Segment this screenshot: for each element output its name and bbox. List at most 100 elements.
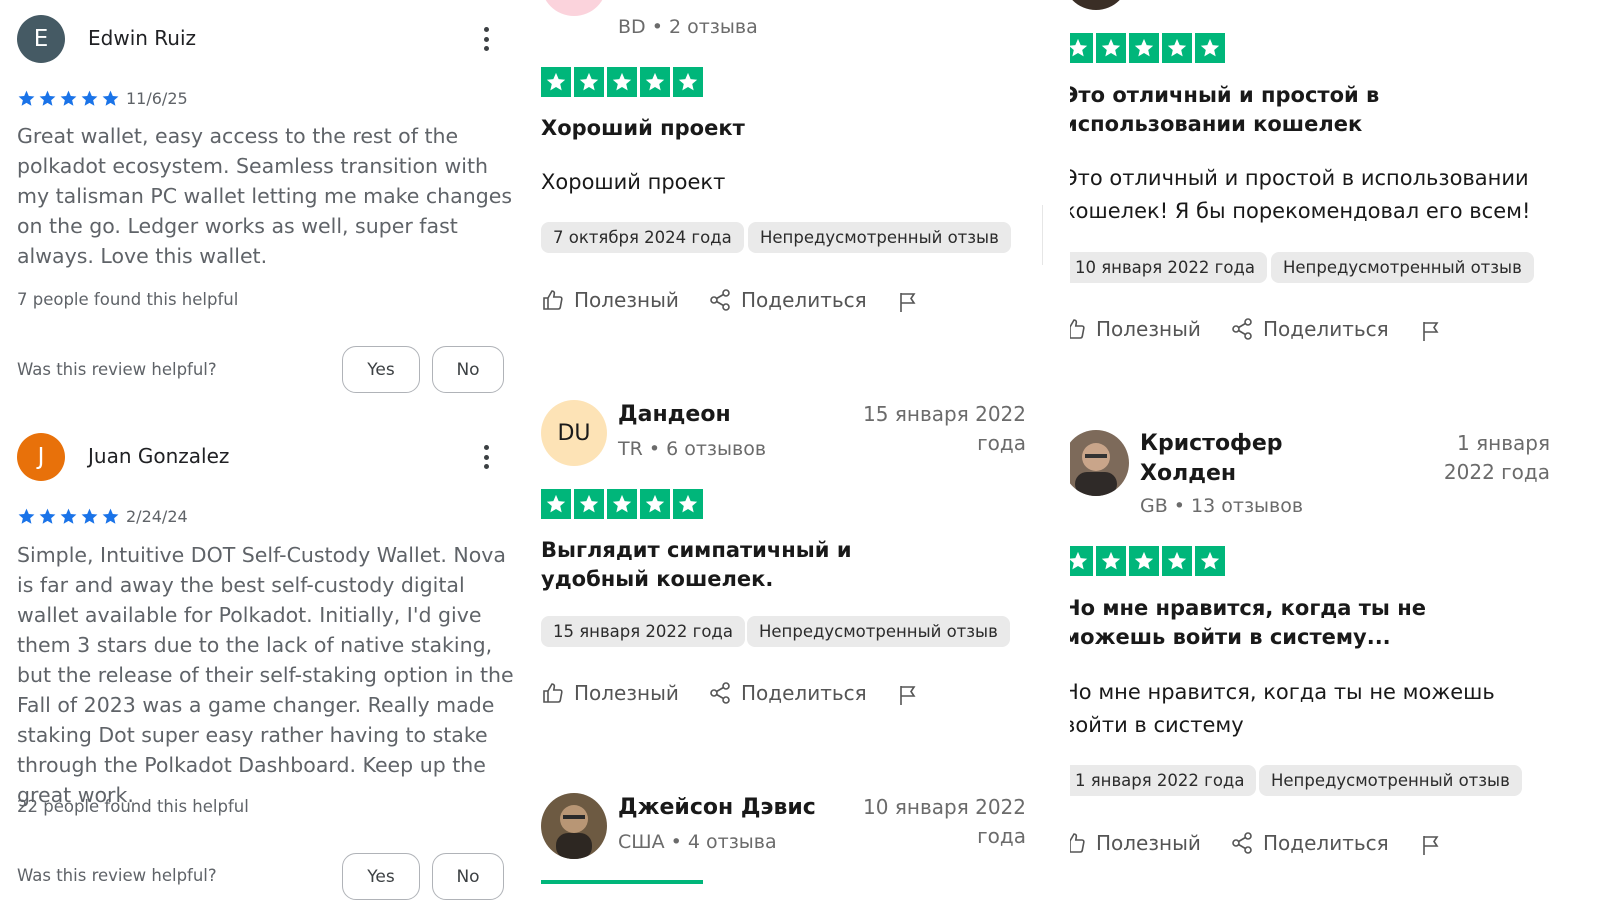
rating-stars xyxy=(17,89,120,108)
avatar: DU xyxy=(541,400,607,466)
avatar xyxy=(1070,0,1129,10)
share-icon xyxy=(710,289,730,311)
unprompted-review-pill: Непредусмотренный отзыв xyxy=(748,222,1011,253)
review-text: Хороший проект xyxy=(541,170,726,194)
star-icon xyxy=(18,508,35,524)
flag-icon[interactable] xyxy=(1419,319,1443,343)
date-pill: 15 января 2022 года xyxy=(541,616,745,647)
review-date: 11/6/25 xyxy=(126,89,188,108)
column-divider xyxy=(1042,205,1043,265)
star-icon xyxy=(1134,38,1154,57)
useful-label: Полезный xyxy=(1096,317,1201,341)
star-icon xyxy=(546,494,566,513)
share-icon xyxy=(1232,318,1252,340)
more-vert-icon[interactable] xyxy=(476,24,496,54)
no-button[interactable]: No xyxy=(432,853,504,900)
yes-button[interactable]: Yes xyxy=(342,346,420,393)
unprompted-review-pill: Непредусмотренный отзыв xyxy=(747,616,1010,647)
avatar: J xyxy=(17,433,65,481)
rating-stars xyxy=(541,67,703,97)
reviewer-name: Джейсон Дэвис xyxy=(618,795,816,820)
star-icon xyxy=(1200,38,1220,57)
share-button[interactable]: Поделиться xyxy=(708,681,867,705)
useful-label: Полезный xyxy=(574,681,679,705)
google-reviews-column: E Edwin Ruiz 11/6/25 Great wallet, easy … xyxy=(0,0,530,900)
review-text: Это отличный и простой в использовании к… xyxy=(1070,166,1531,223)
unprompted-review-pill: Непредусмотренный отзыв xyxy=(1259,765,1522,796)
rating-stars xyxy=(1070,33,1225,63)
reviewer-name: Juan Gonzalez xyxy=(88,444,230,468)
star-icon xyxy=(81,508,98,524)
helpful-count: 7 people found this helpful xyxy=(17,290,239,309)
thumbs-up-icon xyxy=(543,683,563,703)
avatar xyxy=(541,0,607,16)
useful-label: Полезный xyxy=(1096,831,1201,855)
star-icon xyxy=(1134,551,1154,570)
trustpilot-column-1: BD • 2 отзыва Хороший проект Хороший про… xyxy=(530,0,1070,900)
star-icon xyxy=(1101,38,1121,57)
helpful-question: Was this review helpful? xyxy=(17,360,217,379)
star-icon xyxy=(1167,38,1187,57)
review-title: Это отличный и простой в использовании к… xyxy=(1070,83,1380,136)
star-icon xyxy=(18,90,35,106)
avatar xyxy=(1070,430,1129,496)
reviewer-name: Дандеон xyxy=(618,402,731,427)
reviewer-name: Кристофер Холден xyxy=(1140,431,1283,486)
share-label: Поделиться xyxy=(1263,831,1389,855)
unprompted-review-pill: Непредусмотренный отзыв xyxy=(1271,252,1534,283)
avatar xyxy=(541,793,607,859)
review-date: 2/24/24 xyxy=(126,507,188,526)
share-label: Поделиться xyxy=(741,681,867,705)
share-button[interactable]: Поделиться xyxy=(708,288,867,312)
star-icon xyxy=(579,494,599,513)
useful-button[interactable]: Полезный xyxy=(541,681,679,705)
review-date: 15 января 2022 года xyxy=(863,402,1026,455)
avatar-photo xyxy=(1070,430,1129,496)
rating-stars xyxy=(541,489,703,519)
star-icon xyxy=(102,508,119,524)
star-icon xyxy=(612,72,632,91)
star-icon xyxy=(1070,38,1088,57)
reviewer-name: Edwin Ruiz xyxy=(88,26,197,50)
no-button[interactable]: No xyxy=(432,346,504,393)
star-icon xyxy=(1200,551,1220,570)
flag-icon[interactable] xyxy=(1419,833,1443,857)
review-title: Хороший проект xyxy=(541,116,745,140)
review-text: Great wallet, easy access to the rest of… xyxy=(17,124,513,268)
useful-button[interactable]: Полезный xyxy=(1070,317,1201,341)
star-icon xyxy=(102,90,119,106)
star-icon xyxy=(1167,551,1187,570)
star-icon xyxy=(678,494,698,513)
useful-button[interactable]: Полезный xyxy=(541,288,679,312)
thumbs-up-icon xyxy=(1070,833,1085,853)
avatar-initials: DU xyxy=(557,420,591,446)
useful-button[interactable]: Полезный xyxy=(1070,831,1201,855)
reviewer-meta: GB • 13 отзывов xyxy=(1140,495,1304,517)
review-date: 10 января 2022 года xyxy=(863,795,1026,848)
review-date: 1 января 2022 года xyxy=(1443,431,1550,484)
date-pill: 1 января 2022 года xyxy=(1070,765,1257,796)
star-icon xyxy=(645,72,665,91)
star-icon xyxy=(60,90,77,106)
share-icon xyxy=(1232,832,1252,854)
share-icon xyxy=(710,682,730,704)
star-icon xyxy=(60,508,77,524)
star-icon xyxy=(81,90,98,106)
more-vert-icon[interactable] xyxy=(476,442,496,472)
star-icon xyxy=(1101,551,1121,570)
star-icon xyxy=(39,508,56,524)
share-button[interactable]: Поделиться xyxy=(1230,317,1389,341)
avatar-photo xyxy=(541,793,607,859)
flag-icon[interactable] xyxy=(896,683,920,707)
review-text: Simple, Intuitive DOT Self-Custody Walle… xyxy=(17,543,514,807)
rating-stars xyxy=(17,507,120,526)
yes-button[interactable]: Yes xyxy=(342,853,420,900)
share-label: Поделиться xyxy=(741,288,867,312)
star-icon xyxy=(1070,551,1088,570)
flag-icon[interactable] xyxy=(896,290,920,314)
useful-label: Полезный xyxy=(574,288,679,312)
share-button[interactable]: Поделиться xyxy=(1230,831,1389,855)
star-icon xyxy=(645,494,665,513)
helpful-count: 22 people found this helpful xyxy=(17,797,249,816)
review-title: Но мне нравится, когда ты не можешь войт… xyxy=(1070,596,1426,649)
